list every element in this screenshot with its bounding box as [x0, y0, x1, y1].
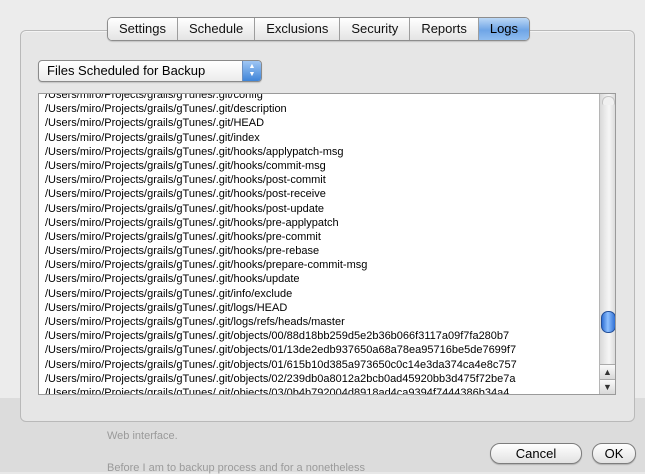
- log-line: /Users/miro/Projects/grails/gTunes/.git/…: [45, 216, 339, 229]
- tab-schedule[interactable]: Schedule: [177, 18, 256, 40]
- log-line: /Users/miro/Projects/grails/gTunes/.git/…: [45, 245, 320, 258]
- log-line: /Users/miro/Projects/grails/gTunes/.git/…: [45, 301, 288, 314]
- scroll-down-arrow-icon[interactable]: ▼: [600, 379, 615, 394]
- log-line: /Users/miro/Projects/grails/gTunes/.git/…: [45, 287, 293, 300]
- scrollbar-thumb[interactable]: [601, 310, 615, 333]
- log-line: /Users/miro/Projects/grails/gTunes/.git/…: [45, 230, 321, 243]
- log-line: /Users/miro/Projects/grails/gTunes/.git/…: [45, 188, 326, 201]
- ok-button[interactable]: OK: [592, 443, 636, 464]
- log-line: /Users/miro/Projects/grails/gTunes/.git/…: [45, 159, 326, 172]
- vertical-scrollbar[interactable]: ▲ ▼: [599, 94, 615, 394]
- log-line: /Users/miro/Projects/grails/gTunes/.git/…: [45, 202, 324, 215]
- log-type-popup-label: Files Scheduled for Backup: [47, 63, 206, 78]
- scroll-up-arrow-icon[interactable]: ▲: [600, 364, 615, 379]
- log-line: /Users/miro/Projects/grails/gTunes/.git/…: [45, 259, 368, 272]
- log-line: /Users/miro/Projects/grails/gTunes/.git/…: [45, 386, 510, 395]
- tab-settings[interactable]: Settings: [108, 18, 178, 40]
- log-line: /Users/miro/Projects/grails/gTunes/.git/…: [45, 316, 345, 328]
- log-line: /Users/miro/Projects/grails/gTunes/.git/…: [45, 93, 263, 101]
- cancel-button[interactable]: Cancel: [490, 443, 582, 464]
- log-line: /Users/miro/Projects/grails/gTunes/.git/…: [45, 330, 510, 343]
- tab-bar: Settings Schedule Exclusions Security Re…: [107, 17, 531, 41]
- tab-logs[interactable]: Logs: [478, 18, 530, 40]
- tab-reports[interactable]: Reports: [410, 18, 479, 40]
- log-line: /Users/miro/Projects/grails/gTunes/.git/…: [45, 344, 517, 357]
- log-line: /Users/miro/Projects/grails/gTunes/.git/…: [45, 174, 326, 187]
- log-line: /Users/miro/Projects/grails/gTunes/.git/…: [45, 372, 516, 385]
- log-line: /Users/miro/Projects/grails/gTunes/.git/…: [45, 103, 287, 116]
- log-type-popup[interactable]: Files Scheduled for Backup ▲ ▼: [38, 60, 262, 82]
- log-line: /Users/miro/Projects/grails/gTunes/.git/…: [45, 145, 344, 158]
- log-line: /Users/miro/Projects/grails/gTunes/.git/…: [45, 131, 260, 144]
- log-line: /Users/miro/Projects/grails/gTunes/.git/…: [45, 358, 517, 371]
- background-text: Before I am to backup process and for a …: [107, 462, 366, 474]
- log-line: /Users/miro/Projects/grails/gTunes/.git/…: [45, 117, 265, 130]
- log-list[interactable]: /Users/miro/Projects/grails/gTunes/.git/…: [38, 93, 616, 395]
- log-lines: /Users/miro/Projects/grails/gTunes/.git/…: [45, 93, 599, 395]
- tab-security[interactable]: Security: [340, 18, 411, 40]
- tab-exclusions[interactable]: Exclusions: [255, 18, 341, 40]
- scrollbar-top-cap: [602, 96, 615, 105]
- background-text: Web interface.: [107, 430, 178, 442]
- log-line: /Users/miro/Projects/grails/gTunes/.git/…: [45, 273, 300, 286]
- up-down-arrows-icon: ▲ ▼: [242, 61, 261, 81]
